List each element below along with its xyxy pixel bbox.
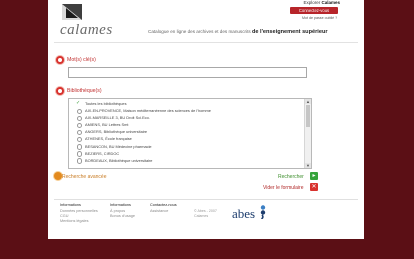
page-container: calames Catalogue en ligne des archives …: [48, 0, 364, 239]
library-option[interactable]: ✓ Toutes les bibliothèques: [71, 100, 299, 107]
libraries-items: ✓ Toutes les bibliothèques AIX-EN-PROVENCE…: [71, 100, 299, 164]
footer-link[interactable]: Données personnelles: [60, 209, 98, 214]
tagline-prefix: Catalogue en ligne des archives et des m…: [148, 29, 251, 34]
footer-col-1: Informations Données personnelles CGU Me…: [60, 203, 98, 224]
keywords-label: Mot(s) clé(s): [67, 57, 96, 63]
library-option[interactable]: BEZIERS, CIRDOC: [71, 150, 299, 157]
footer-link[interactable]: Assistance: [150, 209, 177, 214]
clear-form-icon[interactable]: ✕: [310, 183, 318, 191]
logo-text[interactable]: calames: [60, 22, 113, 39]
scroll-thumb[interactable]: [306, 105, 310, 127]
libraries-bullet-icon: [56, 87, 64, 95]
library-option-label: AIX-MARSEILLE 3, BU Droit Sci.Eco.: [85, 115, 150, 121]
check-icon[interactable]: ✓: [76, 100, 80, 106]
library-option[interactable]: BESANCON, BU Médecine pharmacie: [71, 143, 299, 150]
login-box: Explorer Calames Connectez-vous Mot de p…: [280, 0, 344, 22]
advanced-search-icon[interactable]: [54, 172, 62, 180]
footer-col-2: Informations À propos Bonus d'usage: [110, 203, 135, 219]
explorer-label: Explorer Calames: [303, 0, 340, 5]
library-option-label: BORDEAUX, Bibliothèque universitaire: [85, 157, 153, 163]
libraries-label: Bibliothèque(s): [67, 88, 102, 94]
explorer-bold: Calames: [321, 0, 340, 5]
search-go-icon[interactable]: ▸: [310, 172, 318, 180]
libraries-list[interactable]: ✓ Toutes les bibliothèques AIX-EN-PROVENCE…: [68, 98, 312, 169]
footer-link[interactable]: Mentions légales: [60, 219, 98, 224]
library-option-label: ANGERS, Bibliothèque universitaire: [85, 129, 148, 135]
copyright: © Abes - 2007 Calames: [194, 209, 217, 219]
library-option[interactable]: BORDEAUX, Bibliothèque universitaire: [71, 157, 299, 164]
calames-logo-icon[interactable]: [60, 2, 84, 22]
header: calames Catalogue en ligne des archives …: [48, 0, 364, 42]
header-divider: [54, 42, 358, 43]
footer-col-3: Contactez-nous Assistance: [150, 203, 177, 214]
library-option[interactable]: AIX-MARSEILLE 3, BU Droit Sci.Eco.: [71, 114, 299, 122]
footer-col-3-heading: Contactez-nous: [150, 203, 177, 207]
lost-password-link[interactable]: Mot de passe oublié ?: [302, 16, 337, 20]
abes-logo-mark-icon: [260, 205, 266, 219]
footer-link[interactable]: Bonus d'usage: [110, 214, 135, 219]
copyright-line: Calames: [194, 214, 209, 218]
search-link[interactable]: Rechercher: [278, 174, 304, 180]
library-option[interactable]: ANGERS, Bibliothèque universitaire: [71, 128, 299, 136]
library-option-label: BEZIERS, CIRDOC: [85, 150, 120, 156]
scroll-down-icon[interactable]: ▼: [305, 163, 311, 168]
library-option-label: AMIENS, BU Lettres Smt: [85, 122, 129, 128]
library-option-label: BESANCON, BU Médecine pharmacie: [85, 143, 152, 149]
footer-col-2-heading: Informations: [110, 203, 131, 207]
library-option[interactable]: ATHENES, École française: [71, 135, 299, 143]
library-option-label: AIX-EN-PROVENCE, Maison méditerranéenne …: [85, 108, 211, 114]
explorer-text: Explorer: [303, 0, 321, 5]
connect-button[interactable]: Connectez-vous: [290, 7, 338, 14]
advanced-search-link[interactable]: Recherche avancée: [62, 174, 106, 180]
clear-form-link[interactable]: Vider le formulaire: [263, 185, 303, 191]
abes-logo[interactable]: abes: [232, 206, 255, 222]
keywords-input[interactable]: [68, 67, 307, 78]
tagline: Catalogue en ligne des archives et des m…: [148, 29, 328, 35]
tagline-bold: de l'enseignement supérieur: [251, 29, 328, 35]
scroll-up-icon[interactable]: ▲: [305, 99, 311, 104]
library-option[interactable]: AIX-EN-PROVENCE, Maison méditerranéenne …: [71, 107, 299, 115]
keywords-bullet-icon: [56, 56, 64, 64]
radio-icon[interactable]: [77, 158, 83, 164]
libraries-scrollbar[interactable]: ▲ ▼: [304, 99, 311, 168]
footer-divider: [54, 199, 358, 200]
footer-col-1-heading: Informations: [60, 203, 81, 207]
library-option-label: Toutes les bibliothèques: [85, 101, 127, 106]
library-option[interactable]: AMIENS, BU Lettres Smt: [71, 121, 299, 129]
library-option-label: ATHENES, École française: [85, 136, 132, 142]
